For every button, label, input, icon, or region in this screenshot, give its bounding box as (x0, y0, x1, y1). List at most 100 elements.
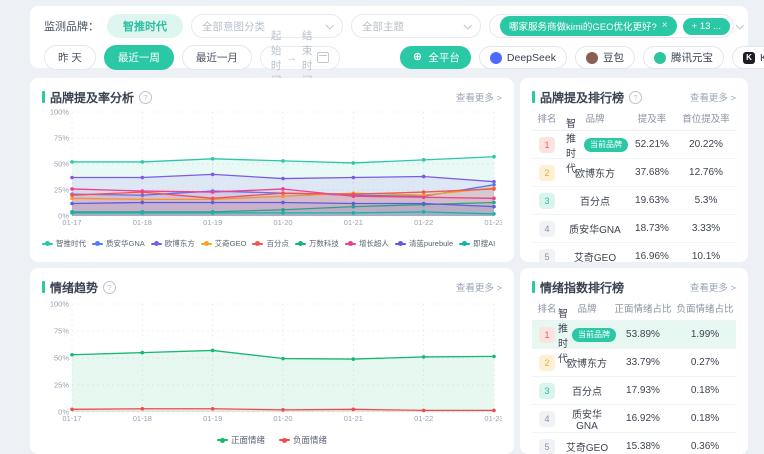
platform-label: DeepSeek (507, 52, 556, 64)
table-row[interactable]: 5艾奇GEO16.96%10.1% (532, 243, 736, 262)
legend-item[interactable]: 万数科技 (295, 238, 339, 249)
legend-item[interactable]: 欧博东方 (151, 238, 195, 249)
arrow-right-icon: → (286, 52, 297, 64)
legend-item[interactable]: 智推时代 (42, 238, 86, 249)
table-row[interactable]: 1智推时代当前品牌52.21%20.22% (532, 131, 736, 159)
rank-badge: 2 (539, 355, 555, 371)
rank-badge: 5 (539, 439, 555, 454)
legend-marker-icon (459, 243, 470, 245)
mention-rate-chart[interactable]: 01-1701-1801-1901-2001-2101-2201-230%25%… (42, 106, 502, 232)
table-row[interactable]: 3百分点17.93%0.18% (532, 377, 736, 405)
legend-label: 增长超人 (359, 238, 389, 249)
sentiment-trend-chart[interactable]: 01-1701-1801-1901-2001-2101-2201-230%25%… (42, 296, 502, 428)
more-tags-badge[interactable]: + 13 ... (683, 18, 730, 35)
quick-date-button-0[interactable]: 昨 天 (44, 45, 96, 70)
svg-text:01-19: 01-19 (203, 218, 222, 227)
panel-title: 品牌提及率分析 (50, 89, 134, 106)
monitor-brand-pill[interactable]: 智推时代 (107, 14, 183, 38)
legend-label: 艾奇GEO (215, 238, 247, 249)
value-cell: 52.21% (628, 139, 676, 150)
topic-select[interactable]: 全部主题 (351, 14, 481, 38)
value-cell: 0.36% (674, 441, 736, 452)
view-more-link[interactable]: 查看更多 > (456, 90, 502, 104)
table-row[interactable]: 4质安华GNA16.92%0.18% (532, 405, 736, 433)
legend-item[interactable]: 即搜AI (459, 238, 495, 249)
platform-button-3[interactable]: 腾讯元宝 (643, 46, 724, 69)
svg-text:01-23: 01-23 (484, 414, 502, 423)
rank-cell: 2 (532, 355, 562, 371)
platform-button-4[interactable]: KKimi (732, 46, 764, 69)
quick-date-button-1[interactable]: 最近一周 (104, 45, 174, 70)
tencent-yuanbao-logo-icon (654, 52, 666, 64)
platform-label: Kimi (760, 52, 764, 64)
rank-cell: 1 (532, 137, 562, 153)
info-icon[interactable]: ? (103, 281, 116, 294)
legend-item[interactable]: 正面情绪 (217, 434, 265, 446)
tag-close-icon[interactable]: × (662, 21, 668, 31)
intent-category-select[interactable]: 全部意图分类 (191, 14, 343, 38)
svg-text:01-20: 01-20 (273, 414, 292, 423)
legend-label: 即搜AI (473, 238, 495, 249)
title-accent-bar (532, 281, 535, 293)
value-cell: 1.99% (674, 329, 736, 340)
rank-cell: 4 (532, 221, 562, 237)
legend-item[interactable]: 质安华GNA (92, 238, 145, 249)
mention-chart-legend: 智推时代质安华GNA 欧博东方 艾奇GEO 百分点 万数科技 增长超人清蓝purebule… (42, 238, 502, 249)
svg-text:01-23: 01-23 (484, 218, 502, 227)
svg-text:25%: 25% (54, 381, 69, 390)
value-cell: 53.89% (612, 329, 674, 340)
table-row[interactable]: 4质安华GNA18.73%3.33% (532, 215, 736, 243)
sentiment-rank-table: 排名品牌正面情绪占比负面情绪占比1智推时代当前品牌53.89%1.99%2欧博东… (532, 296, 736, 454)
date-range-input[interactable]: 起始时间 → 结束时间 (260, 46, 341, 70)
panel-brand-mention-analysis: 品牌提及率分析 ? 查看更多 > 01-1701-1801-1901-2001-… (30, 78, 514, 262)
legend-item[interactable]: 负面情绪 (279, 434, 327, 446)
legend-item[interactable]: 百分点 (252, 238, 289, 249)
table-row[interactable]: 1智推时代当前品牌53.89%1.99% (532, 321, 736, 349)
column-header: 首位提及率 (676, 111, 736, 125)
brand-name: 质安华GNA (569, 221, 621, 236)
platform-button-2[interactable]: 豆包 (575, 46, 635, 69)
value-cell: 15.38% (612, 441, 674, 452)
value-cell: 37.68% (628, 167, 676, 178)
current-brand-badge: 当前品牌 (584, 138, 628, 152)
info-icon[interactable]: ? (139, 91, 152, 104)
platform-button-0[interactable]: ⊕全平台 (400, 46, 471, 69)
topic-placeholder: 全部主题 (362, 19, 404, 34)
rank-badge: 1 (539, 137, 555, 153)
platform-button-1[interactable]: DeepSeek (479, 46, 567, 69)
legend-label: 万数科技 (309, 238, 339, 249)
brand-cell: 质安华GNA (562, 406, 612, 432)
table-row[interactable]: 3百分点19.63%5.3% (532, 187, 736, 215)
view-more-link[interactable]: 查看更多 > (690, 90, 736, 104)
question-tag[interactable]: 哪家服务商做kimi的GEO优化更好? × (500, 16, 677, 36)
view-more-link[interactable]: 查看更多 > (456, 280, 502, 294)
svg-text:01-21: 01-21 (344, 218, 363, 227)
info-icon[interactable]: ? (629, 91, 642, 104)
table-row[interactable]: 5艾奇GEO15.38%0.36% (532, 433, 736, 454)
svg-text:75%: 75% (54, 134, 69, 143)
rank-badge: 4 (539, 221, 555, 237)
legend-item[interactable]: 清蓝purebule (395, 238, 453, 249)
quick-date-button-2[interactable]: 最近一月 (182, 45, 252, 70)
value-cell: 10.1% (676, 251, 736, 262)
rank-cell: 2 (532, 165, 562, 181)
value-cell: 17.93% (612, 385, 674, 396)
column-header: 负面情绪占比 (674, 301, 736, 315)
platform-label: 全平台 (428, 50, 460, 65)
platform-label: 豆包 (603, 50, 624, 65)
svg-text:75%: 75% (54, 327, 69, 336)
rank-cell: 5 (532, 249, 562, 263)
question-tags-select[interactable]: 哪家服务商做kimi的GEO优化更好? × + 13 ... (489, 14, 734, 38)
svg-text:50%: 50% (54, 354, 69, 363)
rank-badge: 2 (539, 165, 555, 181)
legend-item[interactable]: 艾奇GEO (201, 238, 247, 249)
svg-text:01-21: 01-21 (344, 414, 363, 423)
value-cell: 3.33% (676, 223, 736, 234)
value-cell: 20.22% (676, 139, 736, 150)
chevron-down-icon (735, 21, 743, 29)
svg-text:01-19: 01-19 (203, 414, 222, 423)
legend-marker-icon (345, 243, 356, 245)
legend-item[interactable]: 增长超人 (345, 238, 389, 249)
view-more-link[interactable]: 查看更多 > (690, 280, 736, 294)
intent-category-placeholder: 全部意图分类 (202, 19, 265, 34)
